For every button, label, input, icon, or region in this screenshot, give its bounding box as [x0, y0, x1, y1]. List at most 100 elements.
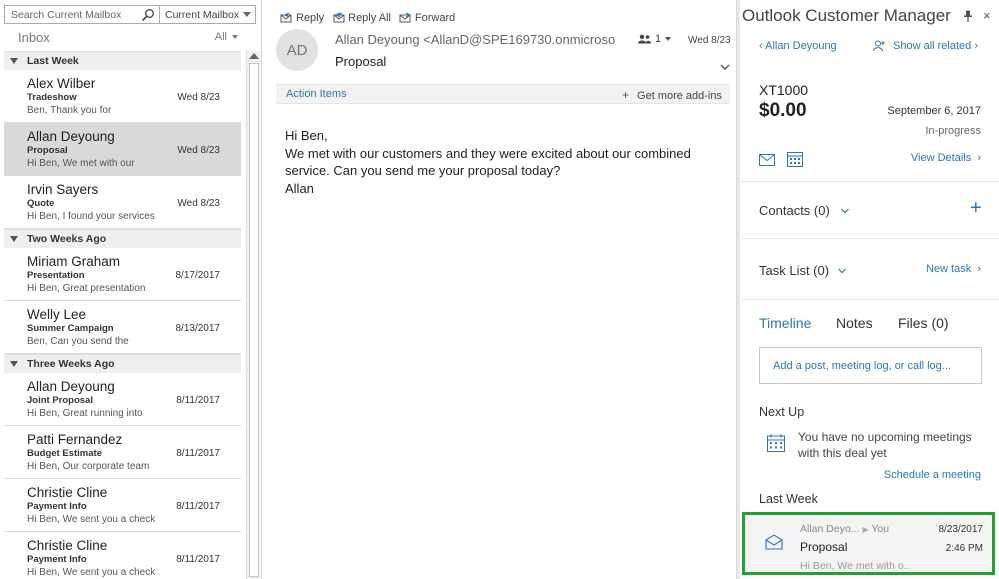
- message-sender: Christie Cline: [27, 485, 108, 500]
- timeline-item[interactable]: Allan Deyo... ▶ You 8/23/2017 Proposal 2…: [742, 512, 995, 575]
- tasks-section: Task List (0) New task ›: [741, 239, 999, 300]
- message-item[interactable]: Miriam Graham Presentation Hi Ben, Great p…: [4, 248, 241, 301]
- group-label: Three Weeks Ago: [27, 358, 115, 370]
- message-sender: Alex Wilber: [27, 76, 96, 91]
- search-bar: Search Current Mailbox Current Mailbox: [4, 5, 258, 24]
- tab-files[interactable]: Files (0): [898, 315, 949, 331]
- message-preview: Hi Ben, Great presentation: [27, 283, 146, 294]
- collapse-triangle-icon[interactable]: [10, 236, 18, 242]
- message-preview: Ben, Thank you for: [27, 105, 112, 116]
- message-item[interactable]: Christie Cline Payment Info Hi Ben, We sen…: [4, 479, 241, 532]
- timeline-sender-name: Allan Deyo...: [800, 523, 863, 535]
- message-item[interactable]: Irvin Sayers Quote Hi Ben, I found your se…: [4, 176, 241, 229]
- reply-all-button[interactable]: Reply All: [332, 10, 391, 26]
- message-sender: Irvin Sayers: [27, 182, 99, 197]
- show-all-related-link[interactable]: Show all related ›: [873, 40, 978, 52]
- message-preview: Hi Ben, We sent you a check: [27, 514, 156, 525]
- next-up-heading: Next Up: [759, 405, 805, 419]
- message-item[interactable]: Welly Lee Summer Campaign Ben, Can you sen…: [4, 301, 241, 354]
- timeline-group-heading: Last Week: [759, 492, 818, 506]
- group-header[interactable]: Two Weeks Ago: [4, 229, 241, 248]
- plus-icon: +: [622, 88, 630, 102]
- back-to-contact-link[interactable]: ‹ Allan Deyoung: [759, 40, 837, 52]
- forward-label: Forward: [414, 12, 456, 24]
- message-date: 8/13/2017: [175, 323, 221, 334]
- message-subject: Proposal: [335, 54, 387, 69]
- message-subject: Payment Info: [27, 501, 87, 512]
- scrollbar-thumb[interactable]: [249, 63, 259, 577]
- message-preview: Hi Ben, We sent you a check: [27, 567, 156, 578]
- group-label: Last Week: [27, 55, 79, 67]
- deal-status: In-progress: [925, 125, 981, 137]
- sender-avatar: AD: [276, 29, 318, 71]
- action-items-link[interactable]: Action Items: [286, 88, 347, 100]
- new-task-link[interactable]: New task ›: [926, 263, 981, 275]
- reply-icon: [280, 12, 292, 23]
- search-icon[interactable]: [141, 8, 155, 22]
- group-header[interactable]: Three Weeks Ago: [4, 354, 241, 373]
- message-list-scrollbar[interactable]: [246, 51, 260, 579]
- message-subject: Joint Proposal: [27, 395, 93, 406]
- collapse-triangle-icon[interactable]: [10, 58, 18, 64]
- message-date: Wed 8/23: [177, 145, 220, 156]
- folder-title: Inbox: [18, 30, 50, 45]
- expand-header-icon[interactable]: [720, 62, 730, 72]
- new-task-label: New task: [925, 263, 972, 275]
- mail-icon[interactable]: [759, 154, 775, 166]
- add-contact-button[interactable]: +: [970, 197, 982, 220]
- deal-summary: XT1000 $0.00 September 6, 2017 In-progre…: [741, 70, 999, 182]
- pane-splitter[interactable]: [736, 0, 740, 579]
- message-item[interactable]: Alex Wilber Tradeshow Ben, Thank you for We…: [4, 70, 241, 123]
- recipients-dropdown[interactable]: 1: [638, 33, 672, 45]
- add-post-input[interactable]: Add a post, meeting log, or call log...: [759, 347, 982, 384]
- people-icon: [638, 34, 651, 44]
- chevron-down-icon[interactable]: [841, 208, 849, 214]
- scroll-up-icon[interactable]: [249, 53, 259, 59]
- search-scope-dropdown[interactable]: Current Mailbox: [160, 5, 256, 24]
- message-sender: Allan Deyoung: [27, 379, 115, 394]
- message-item[interactable]: Christie Cline Payment Info Hi Ben, We sen…: [4, 532, 241, 579]
- message-date: 8/11/2017: [176, 501, 220, 512]
- sender-address[interactable]: Allan Deyoung <AllanD@SPE169730.onmicros…: [335, 32, 615, 47]
- close-icon[interactable]: ×: [983, 9, 991, 22]
- collapse-triangle-icon[interactable]: [10, 361, 18, 367]
- message-actions: Reply Reply All Forward: [280, 10, 455, 26]
- schedule-meeting-link[interactable]: Schedule a meeting: [884, 469, 981, 481]
- message-subject: Payment Info: [27, 554, 87, 565]
- search-input[interactable]: Search Current Mailbox: [4, 5, 160, 24]
- show-related-label: Show all related: [893, 40, 972, 52]
- filter-dropdown[interactable]: All: [215, 31, 238, 43]
- chevron-down-icon: [665, 37, 672, 41]
- message-preview: Hi Ben, Great running into: [27, 408, 143, 419]
- message-item[interactable]: Allan Deyoung Joint Proposal Hi Ben, Great…: [4, 373, 241, 426]
- timeline-subject: Proposal: [800, 540, 848, 554]
- message-date: 8/11/2017: [176, 448, 220, 459]
- group-header[interactable]: Last Week: [4, 51, 241, 70]
- tab-timeline[interactable]: Timeline: [759, 315, 811, 331]
- get-more-addins-button[interactable]: + Get more add-ins: [622, 88, 722, 102]
- deal-name: XT1000: [759, 82, 809, 98]
- pin-icon[interactable]: [963, 10, 973, 22]
- view-details-link[interactable]: View Details ›: [911, 152, 981, 164]
- no-meetings-message: You have no upcoming meetings with this …: [798, 430, 972, 460]
- message-item[interactable]: Patti Fernandez Budget Estimate Hi Ben, Ou…: [4, 426, 241, 479]
- related-people-icon: [873, 40, 885, 52]
- tasks-label[interactable]: Task List (0): [759, 263, 829, 278]
- tab-notes[interactable]: Notes: [836, 315, 873, 331]
- message-subject: Quote: [27, 198, 55, 209]
- reply-all-icon: [333, 12, 345, 23]
- open-envelope-icon: [765, 534, 783, 550]
- contacts-label[interactable]: Contacts (0): [759, 203, 830, 218]
- message-sender: Patti Fernandez: [27, 432, 123, 447]
- message-date: Wed 8/23: [177, 92, 220, 103]
- message-preview: Hi Ben, I found your services: [27, 211, 155, 222]
- recipient-count: 1: [655, 33, 662, 45]
- message-subject: Budget Estimate: [27, 448, 102, 459]
- chevron-down-icon[interactable]: [838, 268, 846, 274]
- get-more-addins-label: Get more add-ins: [637, 90, 722, 102]
- reply-button[interactable]: Reply: [280, 10, 324, 26]
- calendar-icon[interactable]: [787, 151, 803, 167]
- message-item[interactable]: Allan Deyoung Proposal Hi Ben, We met with…: [4, 123, 241, 176]
- forward-button[interactable]: Forward: [399, 10, 455, 26]
- message-subject: Tradeshow: [27, 92, 77, 103]
